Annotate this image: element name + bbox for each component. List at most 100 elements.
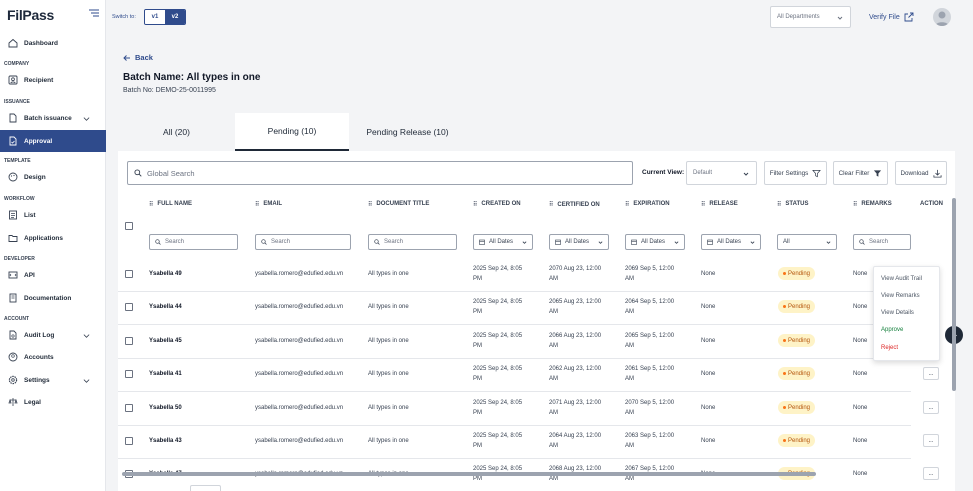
verify-file-link[interactable]: Verify File (869, 12, 914, 22)
filter-value: All (783, 239, 790, 245)
col-email[interactable]: ⠿ EMAIL (255, 201, 282, 208)
sidebar-item-batch-issuance[interactable]: Batch issuance (0, 107, 106, 129)
col-action: ACTION (920, 201, 943, 207)
filter-remarks-input[interactable]: Search (853, 234, 911, 250)
row-divider (118, 291, 911, 292)
drag-handle-icon[interactable]: ⠿ (473, 201, 478, 208)
filter-status-select[interactable]: All (777, 234, 837, 250)
cell-release: None (701, 271, 716, 277)
row-checkbox[interactable] (125, 404, 133, 412)
row-action-menu: View Audit Trail View Remarks View Detai… (873, 266, 940, 361)
filter-full-name-input[interactable]: Search (149, 234, 238, 250)
version-v2-button[interactable]: v2 (165, 10, 185, 24)
global-search-placeholder: Global Search (147, 168, 195, 178)
row-action-button[interactable]: ... (923, 367, 939, 380)
version-v1-button[interactable]: v1 (145, 10, 165, 24)
sidebar-item-accounts[interactable]: Accounts (0, 346, 106, 368)
cell-line: AM (549, 276, 558, 282)
filter-settings-button[interactable]: Filter Settings (764, 161, 827, 185)
menu-reject[interactable]: Reject (881, 345, 898, 351)
sidebar-item-applications[interactable]: Applications (0, 227, 106, 249)
sidebar-item-label: Dashboard (24, 39, 58, 47)
sidebar-item-label: Documentation (24, 294, 72, 302)
menu-view-audit-trail[interactable]: View Audit Trail (881, 276, 922, 282)
sidebar-item-audit-log[interactable]: Audit Log (0, 324, 106, 346)
sidebar-item-recipient[interactable]: Recipient (0, 69, 106, 91)
clear-filter-button[interactable]: Clear Filter (833, 161, 888, 185)
cell-line: AM (625, 410, 634, 416)
tab-pending[interactable]: Pending (10) (235, 113, 349, 151)
horizontal-scrollbar[interactable] (122, 472, 816, 476)
sidebar-item-design[interactable]: Design (0, 166, 106, 188)
row-checkbox[interactable] (125, 303, 133, 311)
filter-certified-date[interactable]: All Dates (549, 234, 609, 250)
cell-certified: 2062 Aug 23, 12:00 AM (549, 364, 601, 384)
download-button[interactable]: Download (895, 161, 947, 185)
filter-release-date[interactable]: All Dates (701, 234, 761, 250)
filter-email-input[interactable]: Search (255, 234, 351, 250)
drag-handle-icon[interactable]: ⠿ (255, 201, 260, 208)
row-checkbox[interactable] (125, 270, 133, 278)
col-created-on[interactable]: ⠿ CREATED ON (473, 201, 521, 208)
current-view-label: Current View: (642, 169, 685, 176)
select-all-checkbox[interactable] (125, 222, 133, 230)
global-search-input[interactable]: Global Search (127, 161, 633, 185)
cell-line: 2063 Sep 5, 12:00 (625, 433, 675, 439)
sidebar-item-approval[interactable]: Approval (0, 130, 106, 152)
row-divider (118, 324, 911, 325)
col-full-name[interactable]: ⠿ FULL NAME (149, 201, 192, 208)
col-release[interactable]: ⠿ RELEASE (701, 201, 738, 208)
col-label: STATUS (785, 201, 809, 207)
col-document-title[interactable]: ⠿ DOCUMENT TITLE (368, 201, 429, 208)
avatar[interactable] (933, 8, 951, 26)
col-expiration[interactable]: ⠿ EXPIRATION (625, 201, 670, 208)
menu-approve[interactable]: Approve (881, 327, 903, 333)
cell-line: PM (473, 410, 482, 416)
cell-line: 2025 Sep 24, 8:05 (473, 299, 523, 305)
col-label: EMAIL (263, 201, 283, 207)
drag-handle-icon[interactable]: ⠿ (701, 201, 706, 208)
row-action-button[interactable]: ... (923, 467, 939, 480)
row-checkbox[interactable] (125, 337, 133, 345)
tab-pending-release[interactable]: Pending Release (10) (349, 113, 466, 151)
drag-handle-icon[interactable]: ⠿ (777, 201, 782, 208)
row-checkbox[interactable] (125, 370, 133, 378)
sidebar-item-documentation[interactable]: Documentation (0, 287, 106, 309)
row-action-button[interactable]: ... (923, 434, 939, 447)
cell-exp: 2061 Sep 5, 12:00 AM (625, 364, 674, 384)
menu-view-details[interactable]: View Details (881, 310, 914, 316)
cell-remarks: None (853, 271, 868, 277)
row-checkbox[interactable] (125, 437, 133, 445)
cell-line: AM (549, 376, 558, 382)
menu-collapse-icon[interactable] (89, 9, 99, 17)
page-size-select[interactable] (190, 485, 221, 491)
api-icon (8, 271, 18, 279)
current-view-select[interactable]: Default (686, 161, 757, 185)
sidebar-item-legal[interactable]: Legal (0, 391, 106, 413)
filter-created-date[interactable]: All Dates (473, 234, 533, 250)
sidebar-item-list[interactable]: List (0, 204, 106, 226)
col-remarks[interactable]: ⠿ REMARKS (853, 201, 892, 208)
vertical-scrollbar[interactable] (952, 198, 956, 391)
drag-handle-icon[interactable]: ⠿ (549, 201, 554, 209)
drag-handle-icon[interactable]: ⠿ (853, 201, 858, 208)
menu-view-remarks[interactable]: View Remarks (881, 293, 920, 299)
drag-handle-icon[interactable]: ⠿ (149, 201, 154, 208)
sidebar-item-settings[interactable]: Settings (0, 369, 106, 391)
drag-handle-icon[interactable]: ⠿ (625, 201, 630, 208)
section-workflow: WORKFLOW (4, 196, 35, 202)
sidebar-item-dashboard[interactable]: Dashboard (0, 32, 106, 54)
tab-all[interactable]: All (20) (118, 113, 235, 151)
row-action-button[interactable]: ... (923, 401, 939, 414)
status-badge: Pending (778, 267, 816, 280)
back-link[interactable]: Back (123, 53, 153, 62)
current-view-value: Default (693, 170, 713, 176)
drag-handle-icon[interactable]: ⠿ (368, 201, 373, 208)
filter-title-input[interactable]: Search (368, 234, 457, 250)
sidebar-item-api[interactable]: API (0, 264, 106, 286)
col-status[interactable]: ⠿ STATUS (777, 201, 809, 208)
department-select[interactable]: All Departments (770, 6, 851, 28)
filter-expiration-date[interactable]: All Dates (625, 234, 685, 250)
filter-placeholder: Search (384, 239, 404, 245)
col-certified-on[interactable]: ⠿ CERTIFIED ON (549, 201, 605, 209)
